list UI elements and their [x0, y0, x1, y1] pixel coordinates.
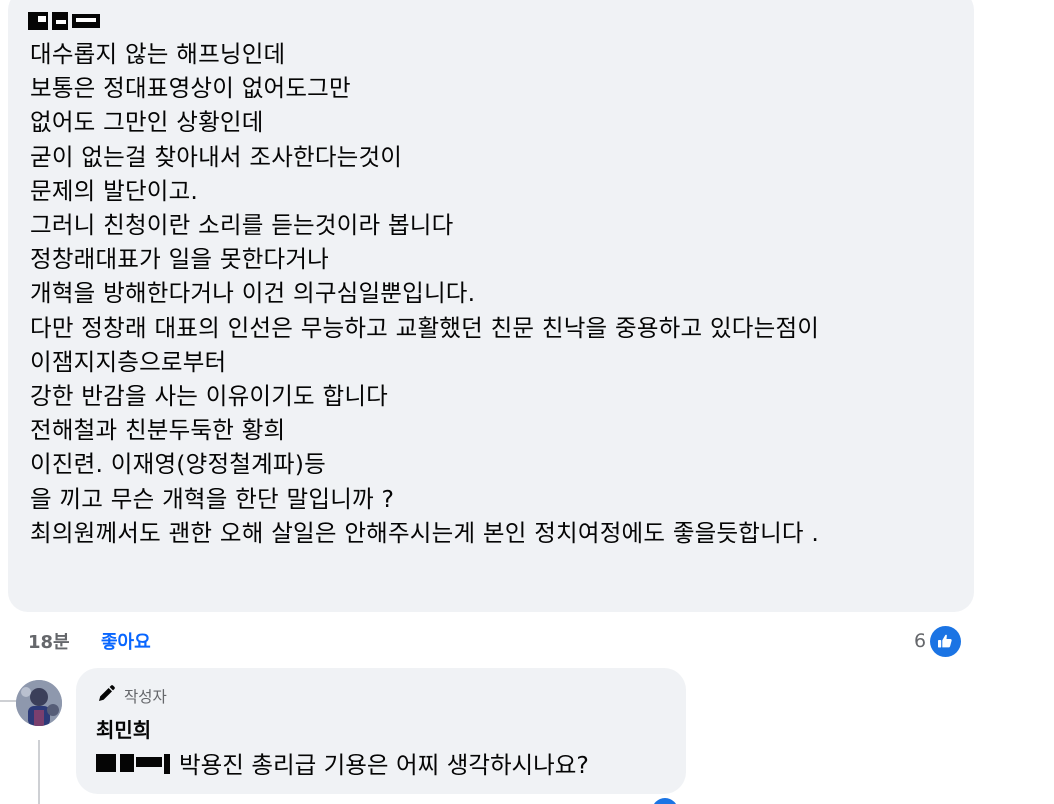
reaction-summary[interactable]: 6 [914, 624, 963, 658]
author-badge-label: 작성자 [124, 688, 167, 706]
comment-line: 을 끼고 무슨 개혁을 한단 말입니까 ? [30, 484, 395, 513]
reply-bubble: 작성자 최민희 박용진 총리급 기용은 어찌 생각하시나요? [76, 668, 686, 794]
comment-line: 이진련. 이재영(양정철계파)등 [30, 450, 326, 479]
comment-line: 다만 정창래 대표의 인선은 무능하고 교활했던 친문 친낙을 중용하고 있다는… [30, 313, 820, 342]
avatar[interactable] [16, 680, 62, 726]
comment-author-redacted[interactable] [28, 10, 104, 32]
comment-actions: 18분 좋아요 6 [0, 620, 1054, 660]
comment-line: 없어도 그만인 상황인데 [30, 108, 264, 137]
author-badge: 작성자 [96, 684, 167, 708]
thumbs-up-icon [928, 624, 963, 658]
comment-line: 굳이 없는걸 찾아내서 조사한다는것이 [30, 142, 403, 171]
like-button[interactable]: 좋아요 [101, 628, 151, 654]
comment-line: 보통은 정대표영상이 없어도그만 [30, 74, 351, 103]
thread-line [38, 740, 40, 804]
comment-line: 최의원께서도 괜한 오해 살일은 안해주시는게 본인 정치여정에도 좋을듯합니다… [30, 518, 820, 547]
reply-author-name[interactable]: 최민희 [96, 714, 151, 743]
reply-body: 박용진 총리급 기용은 어찌 생각하시나요? [179, 751, 589, 779]
comment-text: 대수롭지 않는 해프닝인데 보통은 정대표영상이 없어도그만 없어도 그만인 상… [30, 37, 819, 550]
reply-text: 박용진 총리급 기용은 어찌 생각하시나요? [96, 746, 589, 780]
comment-line: 문제의 발단이고. [30, 176, 199, 205]
comment-line: 강한 반감을 사는 이유이기도 합니다 [30, 382, 388, 411]
comment-thread: 대수롭지 않는 해프닝인데 보통은 정대표영상이 없어도그만 없어도 그만인 상… [0, 0, 1054, 804]
reaction-count: 6 [914, 630, 927, 652]
pen-icon [96, 684, 116, 708]
thread-connector [0, 700, 16, 702]
comment-line: 개혁을 방해한다거나 이건 의구심일뿐입니다. [30, 279, 476, 308]
mention-redacted[interactable] [96, 751, 171, 775]
comment-timestamp[interactable]: 18분 [28, 628, 70, 654]
comment-line: 전해철과 친분두둑한 황희 [30, 416, 286, 445]
comment-line: 대수롭지 않는 해프닝인데 [30, 40, 286, 68]
reaction-icon-partial [652, 798, 678, 804]
comment-line: 정창래대표가 일을 못한다거나 [30, 245, 329, 274]
comment-line: 그러니 친청이란 소리를 듣는것이라 봅니다 [30, 211, 454, 240]
comment-line: 이잼지지층으로부터 [30, 347, 227, 376]
